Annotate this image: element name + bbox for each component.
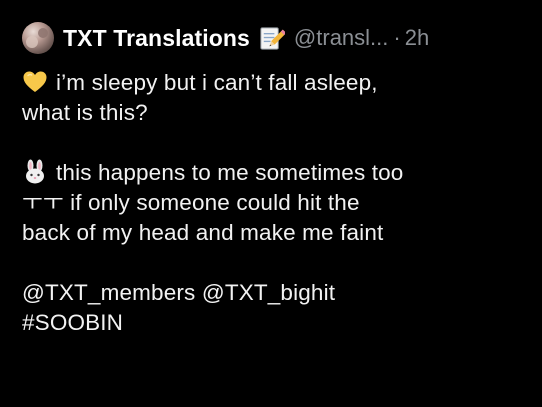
paragraph-2: this happens to me sometimes too ㅜㅜ if o… bbox=[22, 158, 524, 248]
rabbit-face-icon bbox=[22, 159, 48, 185]
separator-dot: · bbox=[393, 25, 401, 50]
memo-pencil-icon bbox=[258, 25, 285, 52]
paragraph-2-line-2: ㅜㅜ if only someone could hit the bbox=[22, 190, 360, 215]
tweet-body: i’m sleepy but i can’t fall asleep, what… bbox=[22, 68, 524, 338]
paragraph-1: i’m sleepy but i can’t fall asleep, what… bbox=[22, 68, 524, 128]
paragraph-1-line-2: what is this? bbox=[22, 100, 148, 125]
display-name[interactable]: TXT Translations bbox=[63, 25, 250, 52]
user-handle[interactable]: @transl... bbox=[294, 25, 388, 51]
mention-txt-bighit[interactable]: @TXT_bighit bbox=[202, 280, 335, 305]
paragraph-2-line-1: this happens to me sometimes too bbox=[56, 160, 404, 185]
paragraph-1-line-1: i’m sleepy but i can’t fall asleep, bbox=[56, 70, 378, 95]
paragraph-3: @TXT_members @TXT_bighit #SOOBIN bbox=[22, 278, 524, 338]
avatar[interactable] bbox=[22, 22, 54, 54]
hashtag-soobin[interactable]: #SOOBIN bbox=[22, 310, 123, 335]
tweet-header: TXT Translations @transl... · 2h bbox=[22, 20, 524, 56]
yellow-heart-icon bbox=[22, 69, 48, 95]
paragraph-2-line-3: back of my head and make me faint bbox=[22, 220, 384, 245]
tweet-card[interactable]: TXT Translations @transl... · 2h i’m sle… bbox=[0, 0, 542, 407]
timestamp[interactable]: 2h bbox=[405, 25, 429, 51]
mention-txt-members[interactable]: @TXT_members bbox=[22, 280, 195, 305]
